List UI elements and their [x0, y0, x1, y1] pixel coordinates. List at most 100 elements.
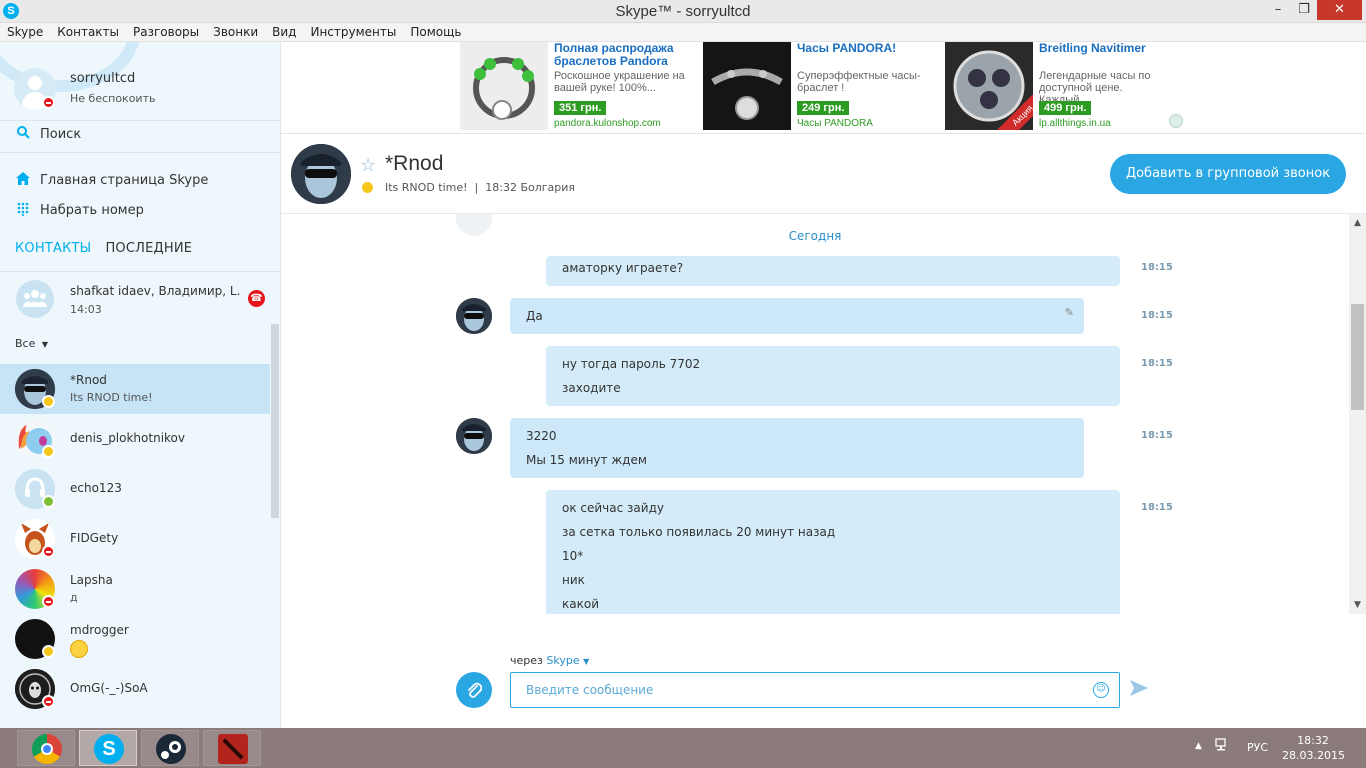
contact-item-rnod[interactable]: *Rnod Its RNOD time!	[0, 364, 270, 414]
ad-banner: Полная распродажа браслетов Pandora Роск…	[281, 42, 1366, 134]
message-bubble-outgoing[interactable]: ок сейчас зайду за сетка только появилас…	[546, 490, 1120, 614]
show-hidden-icons-icon[interactable]: ▲	[1195, 741, 1202, 751]
ad-url[interactable]: Часы PANDORA	[797, 118, 873, 129]
profile-status[interactable]: Не беспокоить	[70, 92, 155, 105]
message-line: Мы 15 минут ждем	[526, 453, 647, 467]
emoticon-picker-icon[interactable]: ☺	[1093, 682, 1109, 698]
dota-icon	[218, 734, 248, 764]
tab-contacts[interactable]: КОНТАКТЫ	[15, 241, 91, 256]
contact-item-denis[interactable]: denis_plokhotnikov	[0, 414, 270, 464]
add-to-group-call-button[interactable]: Добавить в групповой звонок	[1110, 154, 1346, 194]
contact-item-mdrogger[interactable]: mdrogger	[0, 614, 270, 664]
contact-item-omg-soa[interactable]: OmG(-_-)SoA	[0, 664, 270, 714]
chevron-down-icon: ▼	[583, 657, 590, 666]
dial-pad-label: Набрать номер	[40, 203, 144, 218]
message-bubble-incoming[interactable]: 3220 Мы 15 минут ждем	[510, 418, 1084, 478]
send-message-icon[interactable]	[1130, 680, 1148, 700]
contact-item-fidgety[interactable]: FIDGety	[0, 514, 270, 564]
close-button[interactable]: ✕	[1317, 0, 1362, 20]
ad-info-icon[interactable]	[1169, 114, 1183, 128]
ad-url[interactable]: pandora.kulonshop.com	[554, 118, 661, 129]
menu-skype[interactable]: Skype	[0, 23, 50, 41]
contacts-filter-dropdown[interactable]: Все ▼	[15, 337, 48, 350]
message-bubble-outgoing[interactable]: ну тогда пароль 7702 заходите	[546, 346, 1120, 406]
clock-time: 18:32	[1297, 734, 1329, 747]
menu-conversations[interactable]: Разговоры	[126, 23, 206, 41]
contact-item-echo123[interactable]: echo123	[0, 464, 270, 514]
conversation-avatar[interactable]	[291, 144, 351, 204]
ad-url[interactable]: lp.allthings.in.ua	[1039, 118, 1111, 129]
do-not-disturb-status-icon	[42, 96, 55, 109]
message-bubble-outgoing[interactable]: аматорку играете?	[546, 256, 1120, 286]
send-via-selector[interactable]: через Skype ▼	[510, 654, 589, 667]
ad-price: 249 грн.	[797, 101, 850, 115]
divider	[0, 271, 280, 272]
conversation-header: ☆ *Rnod Its RNOD time! | 18:32 Болгария …	[281, 134, 1366, 214]
hang-up-icon[interactable]: ☎	[248, 290, 265, 307]
dial-pad-link[interactable]: Набрать номер	[0, 196, 280, 224]
ad-item[interactable]: Акция Breitling Navitimer Легендарные ча…	[945, 42, 1177, 134]
input-language[interactable]: РУС	[1247, 741, 1268, 754]
menu-tools[interactable]: Инструменты	[303, 23, 403, 41]
ad-description: Роскошное украшение на вашей руке! 100%.…	[554, 70, 685, 94]
contact-list-scrollbar[interactable]	[271, 324, 279, 518]
sidebar: sorryultcd Не беспокоить Поиск Главная с…	[0, 42, 281, 728]
search-label: Поиск	[40, 127, 82, 142]
ad-title[interactable]: Breitling Navitimer	[1039, 42, 1179, 55]
menu-calls[interactable]: Звонки	[206, 23, 265, 41]
ad-item[interactable]: Часы PANDORA! Суперэффектные часы-брасле…	[703, 42, 935, 134]
scroll-down-arrow-icon[interactable]: ▼	[1351, 600, 1364, 610]
close-icon: ✕	[1334, 2, 1345, 17]
taskbar-chrome[interactable]	[17, 730, 75, 766]
ad-title[interactable]: Полная распродажа браслетов Pandora	[554, 42, 694, 68]
menu-view[interactable]: Вид	[265, 23, 303, 41]
maximize-icon: ❐	[1298, 2, 1310, 17]
tab-recent[interactable]: ПОСЛЕДНИЕ	[105, 241, 192, 256]
home-label: Главная страница Skype	[40, 173, 209, 188]
minimize-button[interactable]: –	[1266, 0, 1290, 20]
menu-contacts[interactable]: Контакты	[50, 23, 126, 41]
message-scrollbar[interactable]	[1349, 214, 1366, 614]
ad-title[interactable]: Часы PANDORA!	[797, 42, 937, 55]
system-clock[interactable]: 18:32 28.03.2015	[1282, 733, 1345, 763]
contact-name: denis_plokhotnikov	[70, 431, 185, 445]
title-bar: S Skype™ - sorryultcd – ❐ ✕	[0, 0, 1366, 23]
home-link[interactable]: Главная страница Skype	[0, 166, 280, 194]
contact-list: *Rnod Its RNOD time! denis_plokhotnikov …	[0, 364, 270, 714]
menu-help[interactable]: Помощь	[403, 23, 468, 41]
message-composer: через Skype ▼ ☺	[281, 614, 1366, 728]
conversation-name: *Rnod	[385, 152, 444, 175]
ad-price: 499 грн.	[1039, 101, 1092, 115]
menu-bar: Skype Контакты Разговоры Звонки Вид Инст…	[0, 23, 1366, 42]
message-line: Да	[526, 309, 543, 323]
favorite-star-icon[interactable]: ☆	[360, 155, 376, 176]
group-call-item[interactable]: shafkat idaev, Владимир, L... 14:03 ☎	[0, 274, 280, 326]
sender-avatar[interactable]	[456, 298, 492, 334]
contact-item-lapsha[interactable]: Lapsha д	[0, 564, 270, 614]
network-icon[interactable]	[1215, 738, 1229, 756]
message-line: 10*	[562, 549, 584, 563]
message-line: ник	[562, 573, 585, 587]
taskbar-skype[interactable]: S	[79, 730, 137, 766]
contact-name: FIDGety	[70, 531, 119, 545]
scroll-up-arrow-icon[interactable]: ▲	[1351, 218, 1364, 228]
search-button[interactable]: Поиск	[0, 120, 280, 148]
sender-avatar[interactable]	[456, 418, 492, 454]
message-scrollbar-thumb[interactable]	[1351, 304, 1364, 410]
home-icon	[15, 172, 31, 189]
message-timestamp: 18:15	[1141, 262, 1173, 273]
message-bubble-incoming[interactable]: Да ✎	[510, 298, 1084, 334]
message-timestamp: 18:15	[1141, 502, 1173, 513]
emoticon-icon	[70, 640, 88, 658]
attach-file-button[interactable]	[456, 672, 492, 708]
ad-item[interactable]: Полная распродажа браслетов Pandora Роск…	[460, 42, 692, 134]
maximize-button[interactable]: ❐	[1292, 0, 1316, 20]
taskbar-dota[interactable]	[203, 730, 261, 766]
ad-image: Акция	[945, 42, 1033, 130]
taskbar-steam[interactable]	[141, 730, 199, 766]
ad-image	[460, 42, 548, 130]
message-input[interactable]	[510, 672, 1120, 708]
ad-image	[703, 42, 791, 130]
edited-pencil-icon: ✎	[1064, 306, 1074, 319]
group-call-name: shafkat idaev, Владимир, L...	[70, 284, 240, 298]
